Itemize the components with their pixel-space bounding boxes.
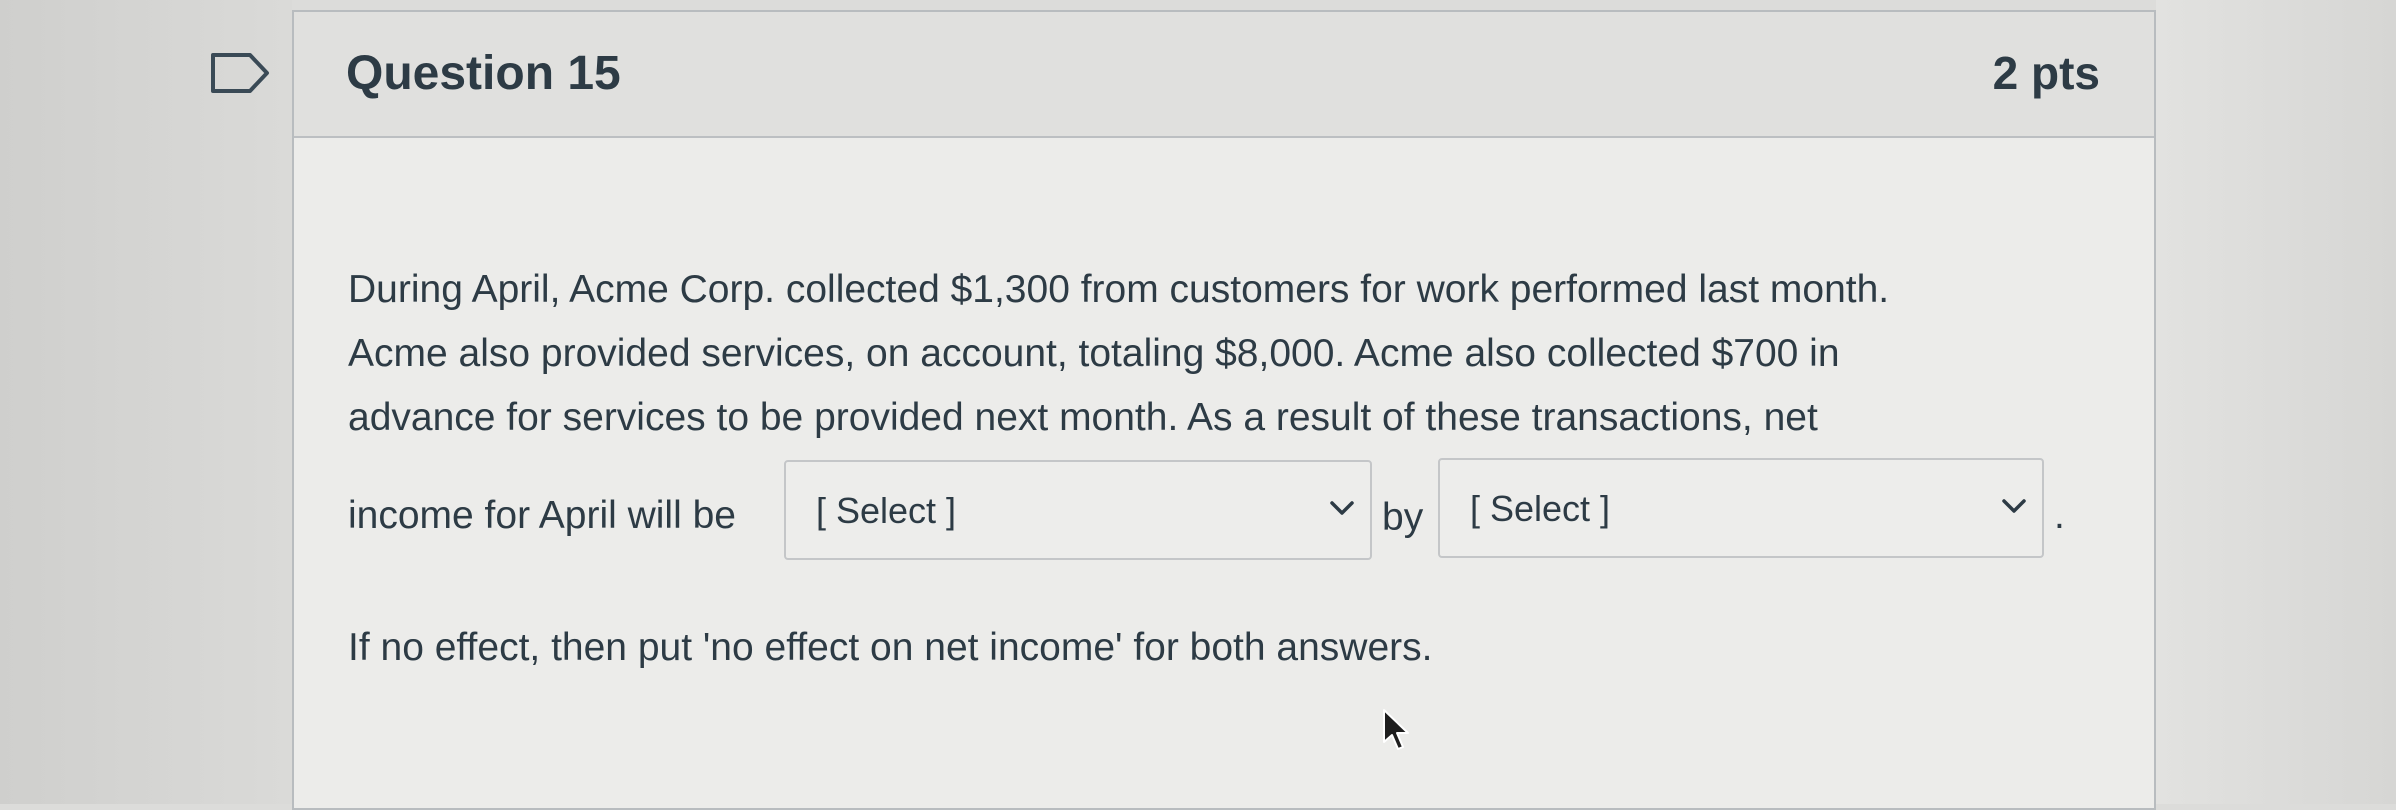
flag-icon[interactable] (210, 52, 270, 94)
answer-prefix-label: income for April will be (348, 494, 736, 537)
connector-label: by (1382, 496, 1424, 539)
question-text: During April, Acme Corp. collected $1,30… (348, 258, 2088, 450)
question-text-line: Acme also provided services, on account,… (348, 332, 1840, 375)
end-period: . (2054, 494, 2065, 537)
dropdown-1-value: [ Select ] (816, 490, 957, 531)
dropdown-2-value: [ Select ] (1470, 488, 1611, 529)
question-header: Question 15 2 pts (294, 12, 2154, 138)
dropdown-1[interactable]: [ Select ] (784, 460, 1372, 560)
mouse-cursor-icon (1383, 709, 1409, 750)
page-background-left (0, 0, 292, 804)
page-background-right (2156, 0, 2396, 804)
question-text-line: advance for services to be provided next… (348, 396, 1818, 439)
chevron-down-icon (2002, 499, 2026, 513)
chevron-down-icon (1330, 501, 1354, 515)
question-card: Question 15 2 pts During April, Acme Cor… (292, 10, 2156, 810)
question-title: Question 15 (346, 47, 621, 100)
dropdown-2[interactable]: [ Select ] (1438, 458, 2044, 558)
note-text: If no effect, then put 'no effect on net… (348, 626, 1433, 669)
question-text-line: During April, Acme Corp. collected $1,30… (348, 268, 1890, 311)
question-points: 2 pts (1992, 47, 2100, 99)
